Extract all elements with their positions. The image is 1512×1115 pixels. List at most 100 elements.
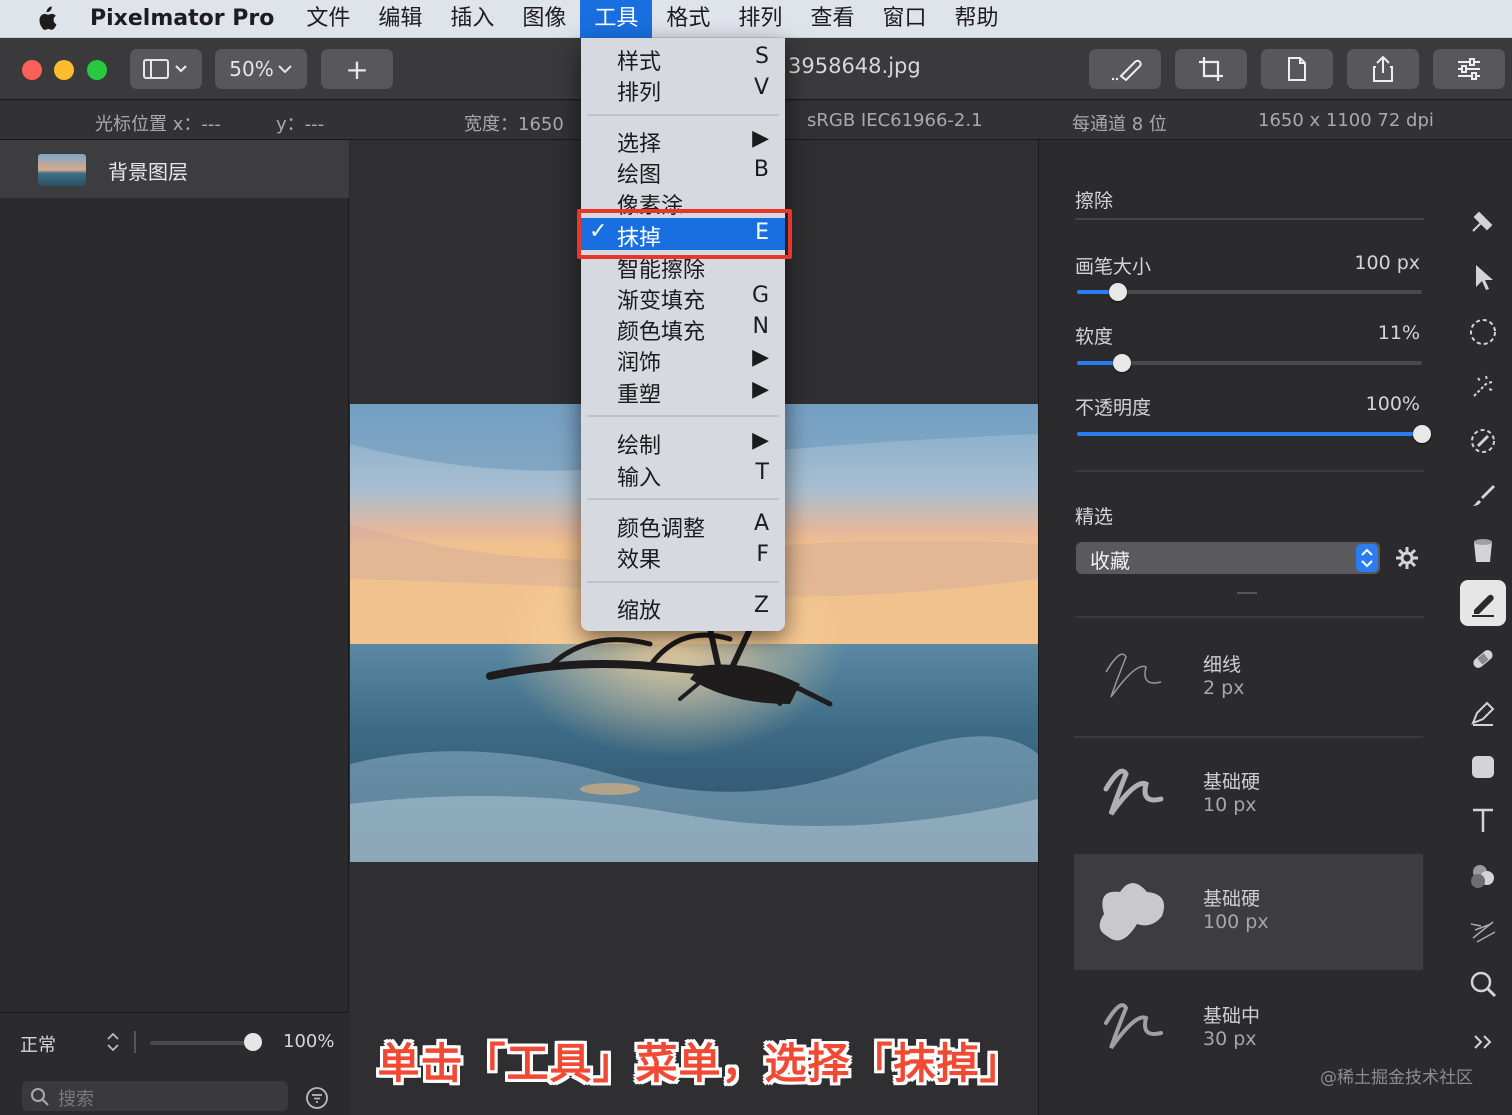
menu-item-arrange[interactable]: 排列 V bbox=[581, 73, 785, 106]
style-tool-icon[interactable] bbox=[1460, 198, 1506, 244]
brush-preset-basic-hard-10[interactable]: 基础硬 10 px bbox=[1074, 737, 1423, 853]
opacity-label: 不透明度 bbox=[1075, 397, 1152, 419]
tutorial-caption: 单击「工具」菜单，选择「抹掉」 bbox=[377, 1039, 1023, 1088]
submenu-arrow-icon: ▶ bbox=[752, 126, 769, 151]
menu-item-effects[interactable]: 效果 F bbox=[581, 540, 785, 573]
blend-mode-select[interactable]: 正常 bbox=[20, 1031, 56, 1057]
pen-tool-icon[interactable] bbox=[1460, 690, 1506, 736]
menu-edit[interactable]: 编辑 bbox=[364, 0, 436, 38]
more-tools-chevron-icon[interactable] bbox=[1460, 1019, 1506, 1065]
menu-insert[interactable]: 插入 bbox=[436, 0, 508, 38]
magic-select-icon[interactable] bbox=[1460, 364, 1506, 410]
brush-size-label: 画笔大小 bbox=[1075, 256, 1152, 278]
menu-item-retouch[interactable]: 润饰 ▶ bbox=[581, 343, 785, 376]
text-tool-icon[interactable] bbox=[1460, 798, 1506, 844]
menu-separator bbox=[587, 581, 779, 583]
menu-window[interactable]: 窗口 bbox=[868, 0, 940, 38]
effects-tool-icon[interactable] bbox=[1460, 907, 1506, 953]
paint-bucket-icon[interactable] bbox=[1460, 527, 1506, 573]
bandage-icon[interactable] bbox=[1460, 636, 1506, 682]
panel-title: 擦除 bbox=[1075, 190, 1114, 212]
select-tool-icon[interactable] bbox=[1460, 309, 1506, 355]
menu-view[interactable]: 查看 bbox=[796, 0, 868, 38]
bit-depth-readout: 每通道 8 位 bbox=[1072, 114, 1167, 135]
menu-tools[interactable]: 工具 bbox=[580, 0, 653, 38]
brush-size-knob[interactable] bbox=[1109, 283, 1127, 301]
divider bbox=[1075, 470, 1424, 472]
menu-item-distort[interactable]: 重塑 ▶ bbox=[581, 375, 785, 408]
divider bbox=[1075, 616, 1424, 618]
menu-app-name[interactable]: Pixelmator Pro bbox=[78, 0, 292, 38]
menu-item-style[interactable]: 样式 S bbox=[581, 42, 785, 75]
cursor-y-readout: y：--- bbox=[276, 114, 325, 135]
tools-menu: 样式 S 排列 V 选择 ▶ 绘图 B 像素涂 ✓ 抹掉 E 智能擦除 渐变填充 G 颜色填充… bbox=[581, 38, 785, 631]
paint-brush-icon[interactable] bbox=[1460, 473, 1506, 519]
zoom-tool-icon[interactable] bbox=[1460, 961, 1506, 1007]
up-down-chevron-icon[interactable] bbox=[106, 1032, 120, 1052]
zoom-select[interactable]: 50% bbox=[215, 49, 307, 89]
zoom-window-button[interactable] bbox=[87, 60, 107, 80]
brush-stroke-preview bbox=[1099, 883, 1165, 941]
document-button[interactable] bbox=[1261, 49, 1333, 89]
menu-image[interactable]: 图像 bbox=[508, 0, 580, 38]
gear-icon[interactable] bbox=[1395, 546, 1419, 570]
apple-icon[interactable] bbox=[34, 5, 58, 31]
menu-item-gradient-fill[interactable]: 渐变填充 G bbox=[581, 281, 785, 314]
shape-tool-icon[interactable] bbox=[1460, 744, 1506, 790]
color-picker-icon[interactable] bbox=[1460, 418, 1506, 464]
menu-item-label: 润饰 bbox=[617, 351, 662, 376]
brush-name: 细线 bbox=[1203, 654, 1242, 676]
preset-category-select[interactable]: 收藏 bbox=[1076, 542, 1380, 574]
menu-item-color-fill[interactable]: 颜色填充 N bbox=[581, 312, 785, 345]
layer-search-field[interactable]: 搜索 bbox=[22, 1081, 288, 1111]
resize-handle[interactable] bbox=[1237, 592, 1257, 594]
paint-tool-button[interactable] bbox=[1089, 49, 1161, 89]
search-icon bbox=[31, 1088, 49, 1106]
close-window-button[interactable] bbox=[22, 60, 42, 80]
adjust-settings-button[interactable] bbox=[1433, 49, 1505, 89]
width-readout: 宽度：1650 bbox=[464, 114, 564, 135]
menu-item-label: 重塑 bbox=[617, 383, 662, 408]
layer-opacity-knob[interactable] bbox=[244, 1033, 262, 1051]
menu-item-paint[interactable]: 绘图 B bbox=[581, 155, 785, 188]
menu-item-shortcut: G bbox=[751, 283, 769, 308]
menu-item-type[interactable]: 输入 T bbox=[581, 458, 785, 491]
menu-item-label: 排列 bbox=[617, 81, 662, 106]
menu-item-select[interactable]: 选择 ▶ bbox=[581, 124, 785, 157]
arrange-tool-icon[interactable] bbox=[1460, 254, 1506, 300]
search-placeholder: 搜索 bbox=[58, 1089, 94, 1110]
menu-item-shortcut: T bbox=[755, 460, 769, 485]
opacity-value: 100% bbox=[1365, 393, 1420, 415]
erase-tool-icon[interactable] bbox=[1460, 580, 1506, 626]
brush-stroke-preview bbox=[1105, 653, 1162, 698]
color-adjust-icon[interactable] bbox=[1460, 853, 1506, 899]
menu-item-zoom[interactable]: 缩放 Z bbox=[581, 591, 785, 624]
menu-help[interactable]: 帮助 bbox=[940, 0, 1012, 38]
softness-knob[interactable] bbox=[1113, 354, 1131, 372]
menu-item-label: 绘图 bbox=[617, 163, 662, 188]
menu-item-color-adjust[interactable]: 颜色调整 A bbox=[581, 509, 785, 542]
submenu-arrow-icon: ▶ bbox=[752, 428, 769, 453]
softness-label: 软度 bbox=[1075, 326, 1114, 348]
app-window: Pixelmator Pro 文件 编辑 插入 图像 工具 格式 排列 查看 窗… bbox=[0, 0, 1512, 1115]
image-size-readout: 1650 x 1100 72 dpi bbox=[1258, 110, 1434, 131]
share-button[interactable] bbox=[1347, 49, 1419, 89]
brush-size-slider[interactable] bbox=[1077, 290, 1422, 294]
menu-arrange[interactable]: 排列 bbox=[724, 0, 796, 38]
sidebar-toggle-button[interactable] bbox=[130, 49, 202, 89]
brush-stroke-preview bbox=[1103, 768, 1164, 816]
menu-item-shortcut: S bbox=[755, 44, 769, 69]
menu-file[interactable]: 文件 bbox=[292, 0, 364, 38]
opacity-knob[interactable] bbox=[1413, 425, 1431, 443]
brush-preset-basic-hard-100[interactable]: 基础硬 100 px bbox=[1074, 854, 1423, 970]
crop-button[interactable] bbox=[1175, 49, 1247, 89]
filter-icon[interactable] bbox=[305, 1086, 329, 1110]
brush-preset-fine-line[interactable]: 细线 2 px bbox=[1074, 620, 1423, 736]
softness-value: 11% bbox=[1377, 322, 1420, 344]
menu-item-label: 颜色填充 bbox=[617, 320, 706, 345]
minimize-window-button[interactable] bbox=[54, 60, 74, 80]
menu-item-draw[interactable]: 绘制 ▶ bbox=[581, 426, 785, 459]
menu-format[interactable]: 格式 bbox=[652, 0, 724, 38]
add-button[interactable]: + bbox=[321, 49, 393, 89]
menu-separator bbox=[587, 415, 779, 417]
